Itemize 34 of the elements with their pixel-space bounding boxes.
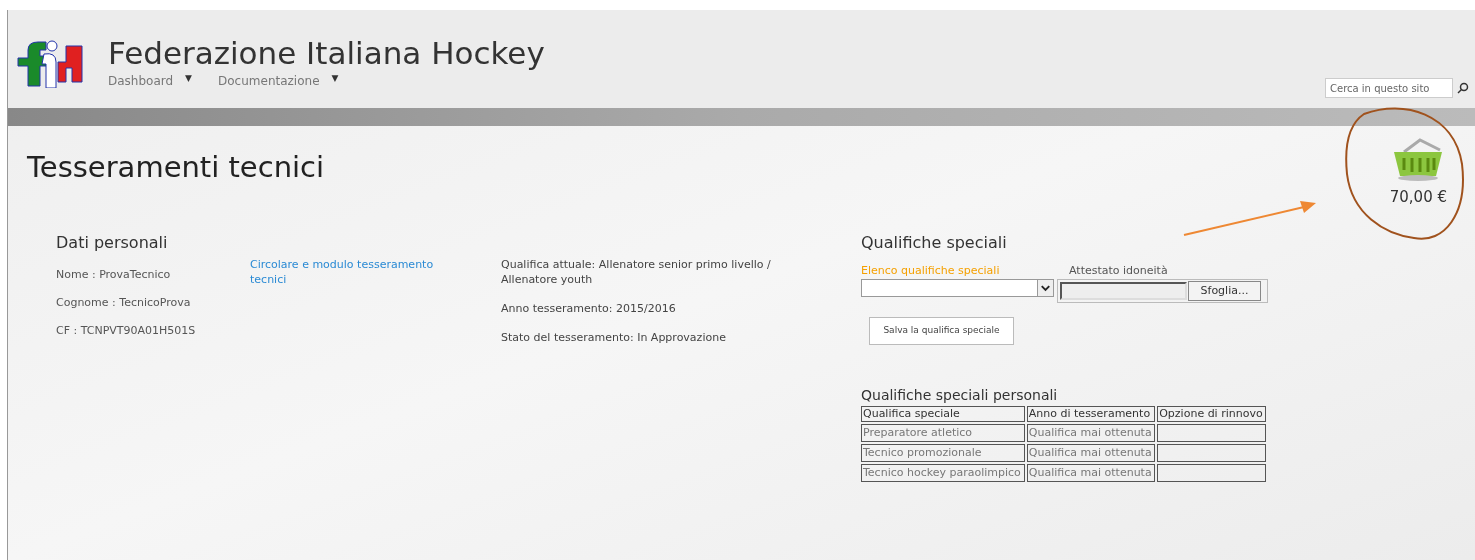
save-qualification-button[interactable]: Salva la qualifica speciale (869, 317, 1014, 345)
table-cell: Qualifica mai ottenuta (1026, 464, 1156, 482)
table-cell: Tecnico hockey paraolimpico (861, 464, 1025, 482)
table-cell: Qualifica mai ottenuta (1026, 424, 1156, 442)
section-title: Qualifiche speciali (861, 231, 1008, 254)
section-title: Dati personali (56, 231, 169, 254)
cart-total: 70,00 € (1389, 187, 1447, 208)
membership-info: Anno tesseramento: 2015/2016 (501, 300, 677, 316)
personal-field: CF : TCNPVT90A01H501S (56, 322, 250, 339)
table-title: Qualifiche speciali personali (861, 387, 1059, 404)
column-header: Anno di tesseramento (1026, 406, 1156, 422)
browse-button[interactable]: Sfoglia... (1188, 281, 1261, 301)
file-label: Attestato idoneità (1069, 262, 1169, 279)
circular-link[interactable]: Circolare e modulo tesseramento tecnici (250, 256, 450, 287)
chevron-down-icon (1037, 280, 1053, 296)
personal-field: Nome : ProvaTecnico (56, 266, 250, 283)
file-upload-field[interactable]: Sfoglia... (1057, 279, 1268, 303)
personal-field: Cognome : TecnicoProva (56, 294, 250, 311)
table-cell: Preparatore atletico (861, 424, 1025, 442)
site-title: Federazione Italiana Hockey (108, 36, 545, 70)
select-label: Elenco qualifiche speciali (861, 262, 1001, 279)
table-cell: Qualifica mai ottenuta (1026, 444, 1156, 462)
nav-menu-link[interactable]: Documentazione ▼ (218, 72, 339, 90)
column-header: Qualifica speciale (861, 406, 1025, 422)
column-header: Opzione di rinnovo (1157, 406, 1266, 422)
search-field[interactable]: Cerca in questo sito (1325, 78, 1453, 98)
search-icon[interactable] (1457, 82, 1469, 94)
table-cell: Tecnico promozionale (861, 444, 1025, 462)
logo-drawing (14, 38, 84, 88)
page-title: Tesseramenti tecnici (27, 149, 325, 186)
membership-info: Stato del tesseramento: In Approvazione (501, 329, 727, 345)
qualification-select[interactable] (861, 279, 1054, 297)
membership-info: Qualifica attuale: Allenatore senior primo livello / Allenatore youth (501, 256, 772, 287)
nav-menu-link[interactable]: Dashboard ▼ (108, 72, 193, 90)
